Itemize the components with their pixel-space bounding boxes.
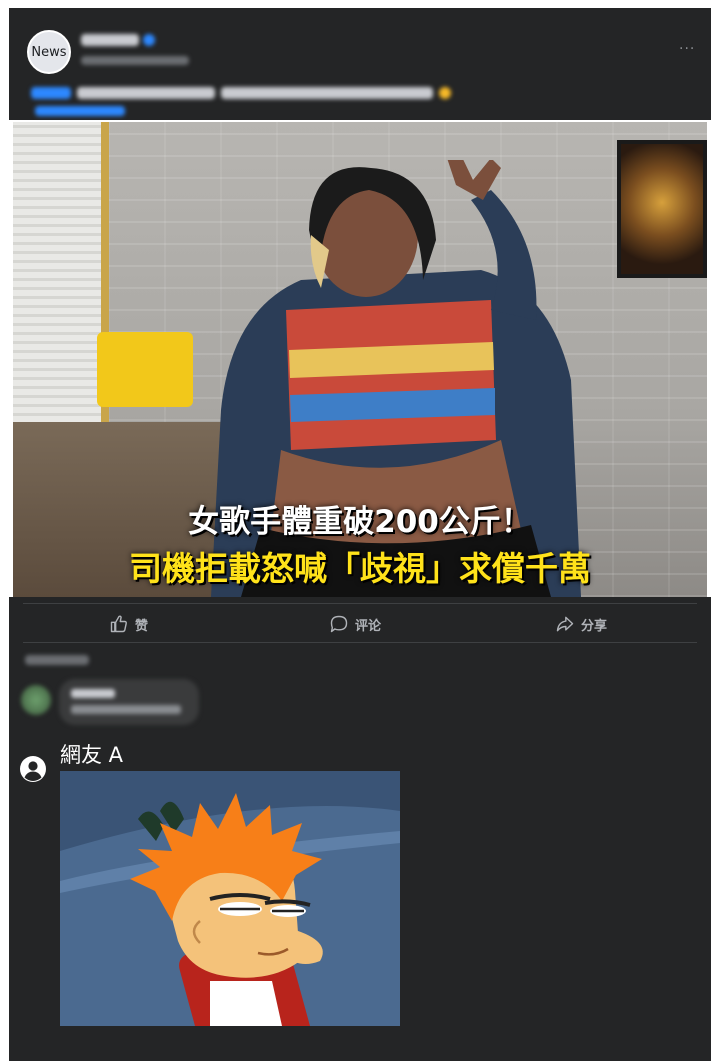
headline-line-1: 女歌手體重破200公斤！: [188, 504, 532, 540]
headline-line-2: 司機拒載怒喊「歧視」求償千萬: [129, 549, 591, 588]
caption-text-segment: [76, 87, 216, 99]
comment-sort-dropdown[interactable]: [25, 655, 89, 665]
emoji-icon: [439, 87, 451, 99]
thumbs-up-icon: [110, 615, 127, 633]
divider: [23, 603, 697, 604]
comment-bubble-icon: [330, 615, 348, 633]
post-header: News ···: [9, 8, 711, 120]
user-avatar-icon[interactable]: [20, 756, 46, 782]
comment-button[interactable]: 评论: [329, 613, 381, 635]
share-arrow-icon: [556, 616, 574, 632]
like-label: 赞: [135, 618, 149, 634]
share-button[interactable]: 分享: [555, 613, 607, 635]
page-avatar-label: News: [31, 44, 67, 60]
more-horizontal-icon[interactable]: ···: [679, 42, 701, 56]
divider: [23, 642, 697, 643]
page-avatar[interactable]: News: [27, 30, 71, 74]
comment-bubble-redacted: [59, 679, 199, 725]
meme-image[interactable]: [60, 771, 400, 1026]
verified-badge-icon: [143, 34, 155, 46]
squinting-cartoon-character: [60, 771, 400, 1026]
comment-text-redacted: [71, 705, 181, 714]
caption-text-segment: [221, 87, 434, 99]
post-action-bar: 赞 评论 分享: [9, 597, 711, 649]
louvered-door: [13, 122, 109, 422]
caption-link[interactable]: [31, 87, 71, 99]
comment-label: 评论: [355, 618, 382, 634]
framed-lion-painting: [617, 140, 707, 278]
post-image[interactable]: 女歌手體重破200公斤！ 司機拒載怒喊「歧視」求償千萬: [13, 122, 707, 597]
reply-comment: 網友 A: [9, 731, 711, 1061]
post-caption-redacted: [31, 87, 451, 99]
page-name-redacted[interactable]: [81, 34, 139, 46]
like-button[interactable]: 赞: [109, 613, 148, 635]
yellow-mop-bucket: [97, 332, 193, 407]
post-timestamp-redacted[interactable]: [81, 56, 189, 65]
share-label: 分享: [581, 618, 608, 634]
commenter-avatar[interactable]: [21, 685, 51, 715]
reply-user-name[interactable]: 網友 A: [60, 739, 123, 769]
commenter-name-redacted[interactable]: [71, 689, 115, 698]
caption-hashtag-link[interactable]: [35, 106, 125, 116]
